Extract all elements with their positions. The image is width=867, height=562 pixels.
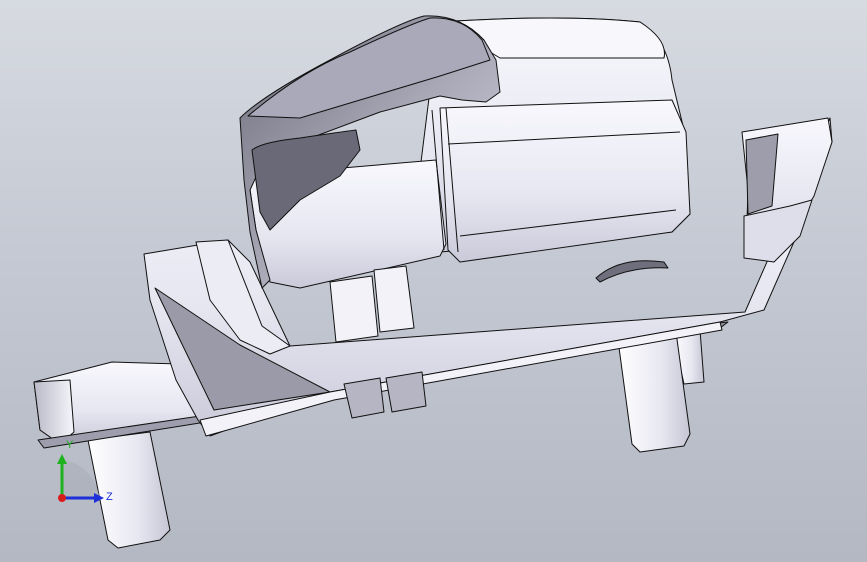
z-axis-label: Z: [106, 491, 113, 503]
triad-graphic: [57, 454, 104, 503]
x-axis-origin: [58, 494, 66, 502]
y-axis-arrowhead: [57, 454, 67, 464]
y-axis-label: Y: [66, 439, 74, 451]
triad-plane-shading: [62, 460, 100, 498]
right-housing-block: [439, 99, 691, 263]
round-boss: [595, 260, 669, 283]
coordinate-triad: Y Z: [40, 440, 120, 520]
clip-right: [373, 265, 415, 333]
3d-part-model[interactable]: [0, 0, 867, 562]
graphics-viewport[interactable]: Y Z: [0, 0, 867, 562]
clip-left: [329, 275, 379, 343]
latch-tab-left: [343, 377, 385, 419]
left-tab-curved-face: [33, 379, 75, 445]
latch-tab-right: [385, 371, 427, 413]
